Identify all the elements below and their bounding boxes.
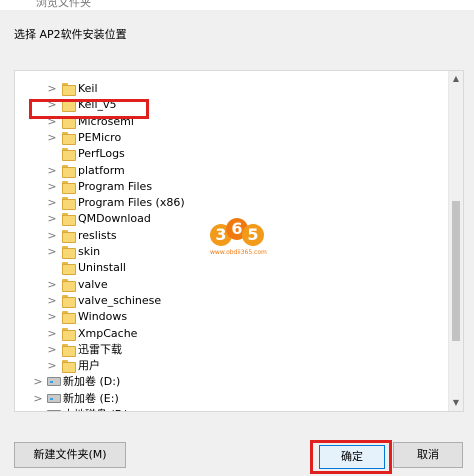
drive-icon: [47, 410, 61, 411]
expand-chevron-icon[interactable]: >: [33, 375, 43, 389]
tree-item-label: PEMicro: [78, 130, 122, 144]
tree-item-label: QMDownload: [78, 212, 151, 226]
new-folder-button[interactable]: 新建文件夹(M): [14, 442, 126, 468]
expand-chevron-icon[interactable]: >: [47, 310, 57, 324]
title-bar: 浏览文件夹: [0, 0, 474, 10]
expand-chevron-icon: [47, 261, 57, 275]
tree-folder-item[interactable]: > Windows: [15, 309, 449, 325]
tree-folder-item[interactable]: > XmpCache: [15, 326, 449, 342]
expand-chevron-icon: [47, 147, 57, 161]
folder-icon: [62, 213, 76, 227]
tree-folder-item[interactable]: > valve_schinese: [15, 293, 449, 309]
scroll-thumb[interactable]: [452, 201, 460, 341]
scroll-up-arrow-icon[interactable]: ▲: [449, 71, 463, 87]
expand-chevron-icon[interactable]: >: [33, 408, 43, 411]
expand-chevron-icon[interactable]: >: [33, 392, 43, 406]
tree-folder-item[interactable]: > Program Files: [15, 179, 449, 195]
tree-item-label: Uninstall: [78, 261, 126, 275]
tree-folder-item[interactable]: > Program Files (x86): [15, 195, 449, 211]
expand-chevron-icon[interactable]: >: [47, 294, 57, 308]
folder-icon: [62, 360, 76, 374]
folder-icon: [62, 343, 76, 357]
tree-item-label: 本地磁盘 (F:): [63, 408, 128, 411]
watermark-url: www.obdii365.com: [210, 249, 267, 256]
watermark-digit: 5: [242, 224, 264, 246]
drive-icon: [47, 393, 61, 403]
tree-folder-item[interactable]: > PEMicro: [15, 130, 449, 146]
tree-folder-item[interactable]: PerfLogs: [15, 146, 449, 162]
tree-drive-item[interactable]: > 新加卷 (E:): [15, 391, 449, 407]
folder-icon: [62, 278, 76, 292]
folder-icon: [62, 148, 76, 162]
folder-icon: [62, 246, 76, 259]
folder-icon: [62, 131, 76, 145]
folder-icon: [62, 83, 76, 96]
tree-drive-item[interactable]: > 新加卷 (D:): [15, 374, 449, 390]
expand-chevron-icon[interactable]: >: [47, 180, 57, 194]
tree-item-label: 新加卷 (D:): [63, 375, 121, 389]
tree-item-label: Windows: [78, 310, 128, 324]
folder-icon: [62, 164, 76, 178]
drive-icon: [47, 377, 61, 387]
tree-item-label: XmpCache: [78, 326, 138, 340]
program-files-highlight: [29, 99, 149, 119]
folder-icon: [62, 262, 76, 276]
expand-chevron-icon[interactable]: >: [47, 131, 57, 145]
expand-chevron-icon[interactable]: >: [47, 82, 57, 96]
tree-folder-item[interactable]: > valve: [15, 277, 449, 293]
expand-chevron-icon[interactable]: >: [47, 343, 57, 357]
tree-folder-item[interactable]: > Keil: [15, 81, 449, 97]
folder-icon: [62, 294, 76, 308]
tree-item-label: 新加卷 (E:): [63, 391, 119, 405]
tree-item-label: 用户: [78, 359, 100, 373]
tree-item-label: Keil: [78, 82, 98, 95]
tree-folder-item[interactable]: > platform: [15, 163, 449, 179]
watermark-logo: 3 6 5 www.obdii365.com: [210, 218, 267, 262]
window-title: 浏览文件夹: [36, 0, 91, 9]
tree-item-label: skin: [78, 245, 101, 258]
expand-chevron-icon[interactable]: >: [47, 327, 57, 341]
scroll-down-arrow-icon[interactable]: ▼: [449, 395, 463, 411]
folder-icon: [62, 311, 76, 325]
tree-item-label: valve: [78, 277, 108, 291]
expand-chevron-icon[interactable]: >: [47, 229, 57, 243]
ok-button[interactable]: 确定: [319, 445, 385, 469]
tree-item-label: reslists: [78, 228, 117, 242]
folder-icon: [62, 197, 76, 211]
expand-chevron-icon[interactable]: >: [47, 196, 57, 210]
tree-item-label: Program Files (x86): [78, 196, 185, 210]
tree-drive-item[interactable]: > 本地磁盘 (F:): [15, 407, 449, 411]
folder-icon: [62, 229, 76, 243]
expand-chevron-icon[interactable]: >: [47, 164, 57, 178]
tree-item-label: platform: [78, 163, 125, 177]
tree-item-label: 迅雷下载: [78, 342, 122, 356]
expand-chevron-icon[interactable]: >: [47, 245, 57, 259]
folder-icon: [62, 180, 76, 194]
tree-folder-item[interactable]: Uninstall: [15, 260, 449, 276]
vertical-scrollbar[interactable]: ▲ ▼: [448, 71, 463, 411]
folder-icon: [62, 327, 76, 341]
tree-item-label: PerfLogs: [78, 147, 125, 161]
expand-chevron-icon[interactable]: >: [47, 278, 57, 292]
expand-chevron-icon[interactable]: >: [47, 212, 57, 226]
instruction-text: 选择 AP2软件安装位置: [14, 28, 127, 41]
tree-folder-item[interactable]: > 迅雷下载: [15, 342, 449, 358]
cancel-button[interactable]: 取消: [393, 442, 463, 468]
tree-item-label: Program Files: [78, 179, 153, 193]
tree-folder-item[interactable]: > 用户: [15, 358, 449, 374]
tree-item-label: valve_schinese: [78, 293, 162, 307]
expand-chevron-icon[interactable]: >: [47, 359, 57, 373]
